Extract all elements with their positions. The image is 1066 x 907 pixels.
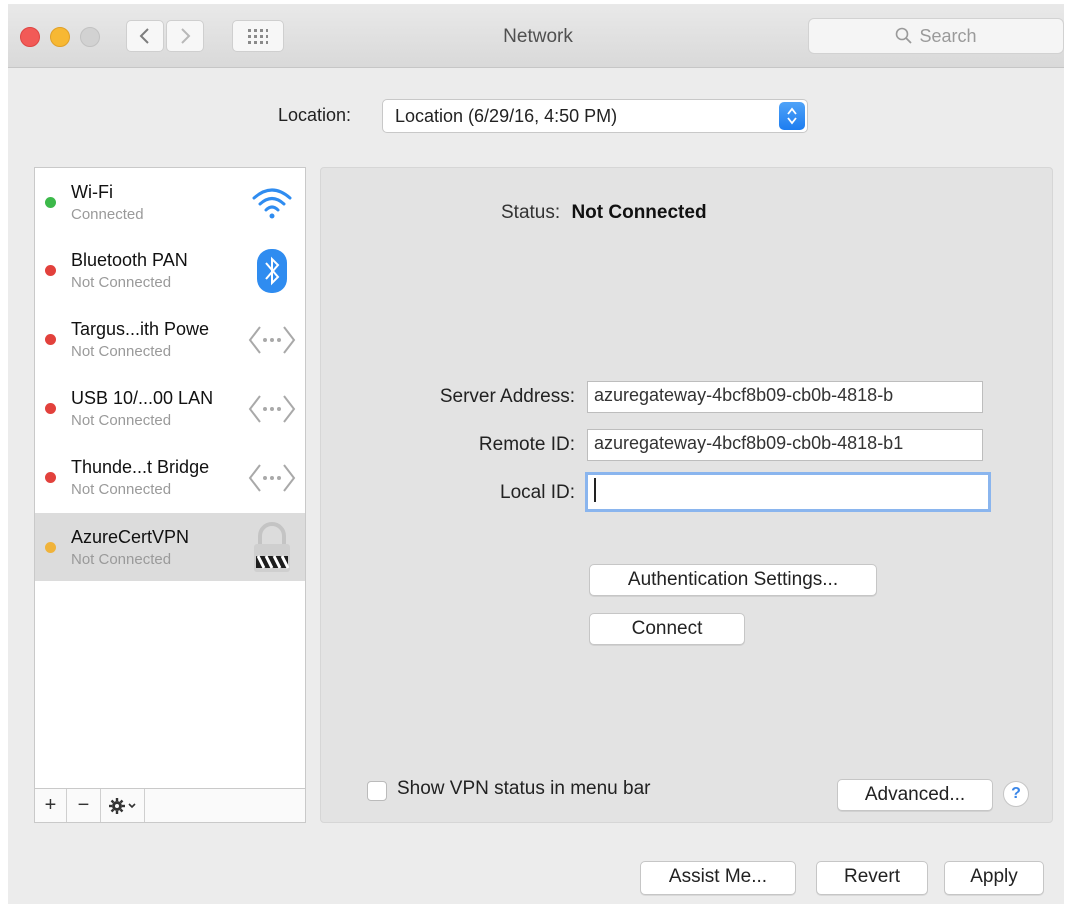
window-title: Network [503,26,573,47]
back-button[interactable] [126,20,164,52]
service-item-bluetooth-pan[interactable]: Bluetooth PAN Not Connected [35,236,305,304]
connect-button[interactable]: Connect [589,613,745,645]
service-actions-menu[interactable] [101,789,145,822]
status-dot [45,472,56,483]
remote-id-field[interactable]: azuregateway-4bcf8b09-cb0b-4818-b1 [587,429,983,461]
close-window-button[interactable] [20,27,40,47]
assist-me-button[interactable]: Assist Me... [640,861,796,895]
service-item-thunderbolt-bridge[interactable]: Thunde...t Bridge Not Connected [35,443,305,511]
chevron-left-icon [139,28,149,44]
vpn-detail-panel: Status: Not Connected Server Address: az… [320,167,1053,823]
wifi-icon [247,178,297,228]
service-item-wifi[interactable]: Wi-Fi Connected [35,168,305,236]
revert-button[interactable]: Revert [816,861,928,895]
minimize-window-button[interactable] [50,27,70,47]
status-dot [45,265,56,276]
add-service-button[interactable]: + [35,789,67,822]
status-dot [45,403,56,414]
search-field[interactable]: Search [808,18,1064,54]
local-id-label: Local ID: [500,482,575,503]
service-name: Targus...ith Powe [71,319,210,339]
apply-button[interactable]: Apply [944,861,1044,895]
service-status: Not Connected [71,412,172,429]
connection-status: Status: Not Connected [501,202,707,224]
remote-id-label: Remote ID: [478,434,575,455]
show-vpn-status-checkbox[interactable] [367,781,387,801]
location-value: Location (6/29/16, 4:50 PM) [395,106,618,126]
remove-service-button[interactable]: − [67,789,101,822]
vpn-lock-icon [247,522,297,573]
bluetooth-icon [247,246,297,296]
show-vpn-status-label: Show VPN status in menu bar [397,778,651,799]
service-name: AzureCertVPN [71,527,190,547]
status-dot [45,334,56,345]
zoom-window-button[interactable] [80,27,100,47]
server-address-label: Server Address: [439,386,575,407]
service-status: Not Connected [71,343,172,360]
status-label: Status: [501,202,561,223]
ethernet-icon [247,315,297,365]
service-status: Not Connected [71,551,172,568]
help-button[interactable]: ? [1003,781,1029,807]
forward-button[interactable] [166,20,204,52]
title-bar: Network Search [8,4,1064,68]
chevron-right-icon [181,28,191,44]
location-label: Location: [278,105,352,125]
gear-icon [108,797,136,814]
service-list-toolbar: + − [35,788,305,822]
select-arrows-icon [779,102,805,130]
service-list: Wi-Fi Connected Bluetooth PAN Not Connec… [34,167,306,823]
ethernet-icon [247,453,297,503]
status-dot [45,197,56,208]
grid-icon [248,29,268,44]
local-id-field[interactable] [585,472,991,512]
text-caret [594,478,596,502]
status-value: Not Connected [571,202,707,223]
service-name: Thunde...t Bridge [71,457,210,477]
ethernet-icon [247,384,297,434]
search-placeholder: Search [919,25,977,46]
advanced-button[interactable]: Advanced... [837,779,993,811]
service-item-azurecertvpn[interactable]: AzureCertVPN Not Connected [35,513,305,581]
service-name: Bluetooth PAN [71,250,188,270]
status-dot [45,542,56,553]
network-preferences-window: Network Search Location: Location (6/29/… [8,4,1064,904]
service-name: USB 10/...00 LAN [71,388,214,408]
service-status: Connected [71,206,144,223]
show-all-button[interactable] [232,20,284,52]
service-name: Wi-Fi [71,182,113,202]
location-select[interactable]: Location (6/29/16, 4:50 PM) [382,99,808,133]
service-item-usb-lan[interactable]: USB 10/...00 LAN Not Connected [35,374,305,442]
service-status: Not Connected [71,274,172,291]
service-item-targus[interactable]: Targus...ith Powe Not Connected [35,305,305,373]
server-address-field[interactable]: azuregateway-4bcf8b09-cb0b-4818-b [587,381,983,413]
authentication-settings-button[interactable]: Authentication Settings... [589,564,877,596]
search-icon [896,27,913,44]
service-status: Not Connected [71,481,172,498]
